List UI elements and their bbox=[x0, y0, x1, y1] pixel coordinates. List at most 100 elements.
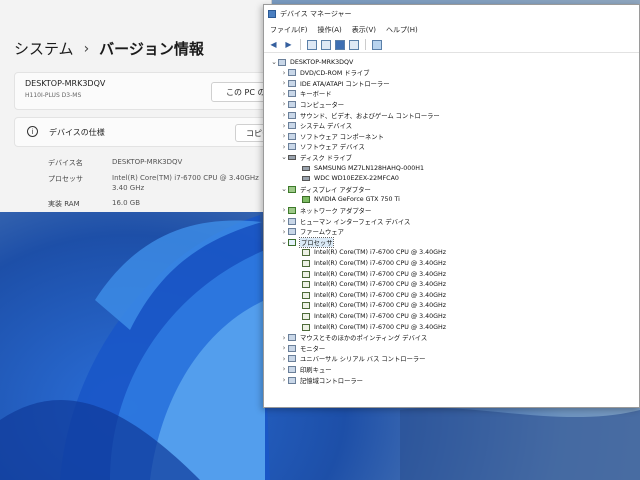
device-category[interactable]: ⌄ ディスプレイ アダプター bbox=[280, 184, 371, 194]
device-label: Intel(R) Core(TM) i7-6700 CPU @ 3.40GHz bbox=[314, 259, 447, 267]
device-category[interactable]: › キーボード bbox=[280, 89, 332, 99]
device-category[interactable]: › 記憶域コントローラー bbox=[280, 375, 363, 385]
device-category[interactable]: › マウスとそのほかのポインティング デバイス bbox=[280, 333, 428, 343]
device-item[interactable]: Intel(R) Core(TM) i7-6700 CPU @ 3.40GHz bbox=[294, 322, 446, 332]
device-item[interactable]: Intel(R) Core(TM) i7-6700 CPU @ 3.40GHz bbox=[294, 248, 446, 258]
device-item[interactable]: NVIDIA GeForce GTX 750 Ti bbox=[294, 195, 400, 205]
chevron-down-icon[interactable]: ⌄ bbox=[280, 238, 288, 246]
display-icon bbox=[288, 185, 296, 193]
device-category[interactable]: › ファームウェア bbox=[280, 227, 344, 237]
device-label: NVIDIA GeForce GTX 750 Ti bbox=[314, 196, 400, 204]
breadcrumb-system[interactable]: システム bbox=[14, 38, 74, 59]
device-category[interactable]: › IDE ATA/ATAPI コントローラー bbox=[280, 78, 390, 88]
device-category[interactable]: › サウンド、ビデオ、およびゲーム コントローラー bbox=[280, 110, 440, 120]
device-category[interactable]: › DVD/CD-ROM ドライブ bbox=[280, 68, 370, 78]
software-icon bbox=[288, 132, 296, 140]
title-bar[interactable]: デバイス マネージャー bbox=[264, 5, 639, 23]
chevron-right-icon[interactable]: › bbox=[280, 365, 288, 373]
chevron-right-icon[interactable]: › bbox=[280, 217, 288, 225]
chevron-right-icon[interactable]: › bbox=[280, 90, 288, 98]
device-item[interactable]: Intel(R) Core(TM) i7-6700 CPU @ 3.40GHz bbox=[294, 280, 446, 290]
cpu-icon bbox=[302, 249, 310, 257]
help-icon[interactable] bbox=[335, 39, 345, 50]
device-item[interactable]: SAMSUNG MZ7LN128HAHQ-000H1 bbox=[294, 163, 424, 173]
chevron-down-icon[interactable]: ⌄ bbox=[280, 185, 288, 193]
chevron-right-icon[interactable]: › bbox=[280, 376, 288, 384]
page-title: バージョン情報 bbox=[99, 40, 204, 58]
back-icon[interactable]: ◀ bbox=[268, 39, 279, 50]
menu-action[interactable]: 操作(A) bbox=[318, 25, 342, 35]
device-label: Intel(R) Core(TM) i7-6700 CPU @ 3.40GHz bbox=[314, 281, 447, 289]
computer-icon bbox=[288, 100, 296, 108]
device-label: マウスとそのほかのポインティング デバイス bbox=[300, 335, 428, 343]
software-icon bbox=[288, 143, 296, 151]
device-category[interactable]: › 印刷キュー bbox=[280, 364, 332, 374]
gpu-icon bbox=[302, 196, 310, 204]
chevron-right-icon[interactable]: › bbox=[280, 143, 288, 151]
device-category[interactable]: › ユニバーサル シリアル バス コントローラー bbox=[280, 354, 426, 364]
device-category[interactable]: ⌄ DESKTOP-MRK3DQV bbox=[270, 57, 353, 67]
device-spec-card[interactable]: i デバイスの仕様 コピー bbox=[14, 117, 271, 147]
menu-view[interactable]: 表示(V) bbox=[352, 25, 376, 35]
chevron-right-icon[interactable]: › bbox=[280, 100, 288, 108]
show-hide-tree-icon[interactable] bbox=[307, 39, 317, 50]
breadcrumb: システム › バージョン情報 bbox=[14, 38, 204, 59]
chevron-right-icon[interactable]: › bbox=[280, 344, 288, 352]
device-label: Intel(R) Core(TM) i7-6700 CPU @ 3.40GHz bbox=[314, 323, 447, 331]
chevron-right-icon[interactable]: › bbox=[280, 111, 288, 119]
device-name-card: DESKTOP-MRK3DQV H110I-PLUS D3-MS この PC の… bbox=[14, 72, 271, 110]
device-category[interactable]: › システム デバイス bbox=[280, 121, 352, 131]
chevron-down-icon[interactable]: ⌄ bbox=[280, 153, 288, 161]
device-category[interactable]: › ソフトウェア デバイス bbox=[280, 142, 365, 152]
properties-icon[interactable] bbox=[321, 39, 331, 50]
device-category[interactable]: › コンピューター bbox=[280, 99, 344, 109]
device-category[interactable]: › ヒューマン インターフェイス デバイス bbox=[280, 216, 411, 226]
menu-file[interactable]: ファイル(F) bbox=[270, 25, 308, 35]
chevron-right-icon[interactable]: › bbox=[280, 132, 288, 140]
device-category[interactable]: ⌄ プロセッサ bbox=[280, 236, 335, 248]
chevron-right-icon[interactable]: › bbox=[280, 228, 288, 236]
device-item[interactable]: Intel(R) Core(TM) i7-6700 CPU @ 3.40GHz bbox=[294, 290, 446, 300]
cpu-icon bbox=[302, 270, 310, 278]
chevron-right-icon[interactable]: › bbox=[280, 206, 288, 214]
device-manager-window: デバイス マネージャー ファイル(F) 操作(A) 表示(V) ヘルプ(H) ◀… bbox=[263, 4, 640, 408]
menu-help[interactable]: ヘルプ(H) bbox=[386, 25, 418, 35]
toolbar-divider bbox=[300, 39, 301, 50]
scan-hardware-icon[interactable] bbox=[372, 39, 382, 50]
disk-icon bbox=[302, 176, 310, 182]
device-manager-icon bbox=[268, 10, 276, 18]
settings-window: システム › バージョン情報 DESKTOP-MRK3DQV H110I-PLU… bbox=[0, 0, 272, 212]
toolbar: ◀ ▶ bbox=[264, 37, 639, 53]
forward-icon[interactable]: ▶ bbox=[283, 39, 294, 50]
keyboard-icon bbox=[288, 90, 296, 98]
device-item[interactable]: Intel(R) Core(TM) i7-6700 CPU @ 3.40GHz bbox=[294, 258, 446, 268]
spec-label-processor: プロセッサ bbox=[48, 175, 83, 183]
cpu-icon bbox=[302, 302, 310, 310]
printer-icon bbox=[288, 365, 296, 373]
device-label: モニター bbox=[300, 345, 326, 353]
device-category[interactable]: ⌄ ディスク ドライブ bbox=[280, 152, 352, 162]
device-label: Intel(R) Core(TM) i7-6700 CPU @ 3.40GHz bbox=[314, 302, 447, 310]
storage-icon bbox=[288, 376, 296, 384]
breadcrumb-chevron-icon: › bbox=[83, 40, 90, 57]
chevron-right-icon[interactable]: › bbox=[280, 355, 288, 363]
device-label: SAMSUNG MZ7LN128HAHQ-000H1 bbox=[314, 164, 424, 172]
device-item[interactable]: Intel(R) Core(TM) i7-6700 CPU @ 3.40GHz bbox=[294, 301, 446, 311]
chevron-right-icon[interactable]: › bbox=[280, 69, 288, 77]
chevron-right-icon[interactable]: › bbox=[280, 79, 288, 87]
spec-label-device-name: デバイス名 bbox=[48, 159, 83, 167]
chevron-down-icon[interactable]: ⌄ bbox=[270, 58, 278, 66]
device-category[interactable]: › ソフトウェア コンポーネント bbox=[280, 131, 384, 141]
device-label: キーボード bbox=[300, 91, 332, 99]
device-item[interactable]: WDC WD10EZEX-22MFCA0 bbox=[294, 174, 399, 184]
device-item[interactable]: Intel(R) Core(TM) i7-6700 CPU @ 3.40GHz bbox=[294, 311, 446, 321]
device-label: Intel(R) Core(TM) i7-6700 CPU @ 3.40GHz bbox=[314, 291, 447, 299]
device-item[interactable]: Intel(R) Core(TM) i7-6700 CPU @ 3.40GHz bbox=[294, 269, 446, 279]
chevron-right-icon[interactable]: › bbox=[280, 334, 288, 342]
device-category[interactable]: › モニター bbox=[280, 343, 326, 353]
cpu-icon bbox=[302, 312, 310, 320]
update-driver-icon[interactable] bbox=[349, 39, 359, 50]
cpu-icon bbox=[302, 291, 310, 299]
chevron-right-icon[interactable]: › bbox=[280, 122, 288, 130]
device-category[interactable]: › ネットワーク アダプター bbox=[280, 205, 372, 215]
